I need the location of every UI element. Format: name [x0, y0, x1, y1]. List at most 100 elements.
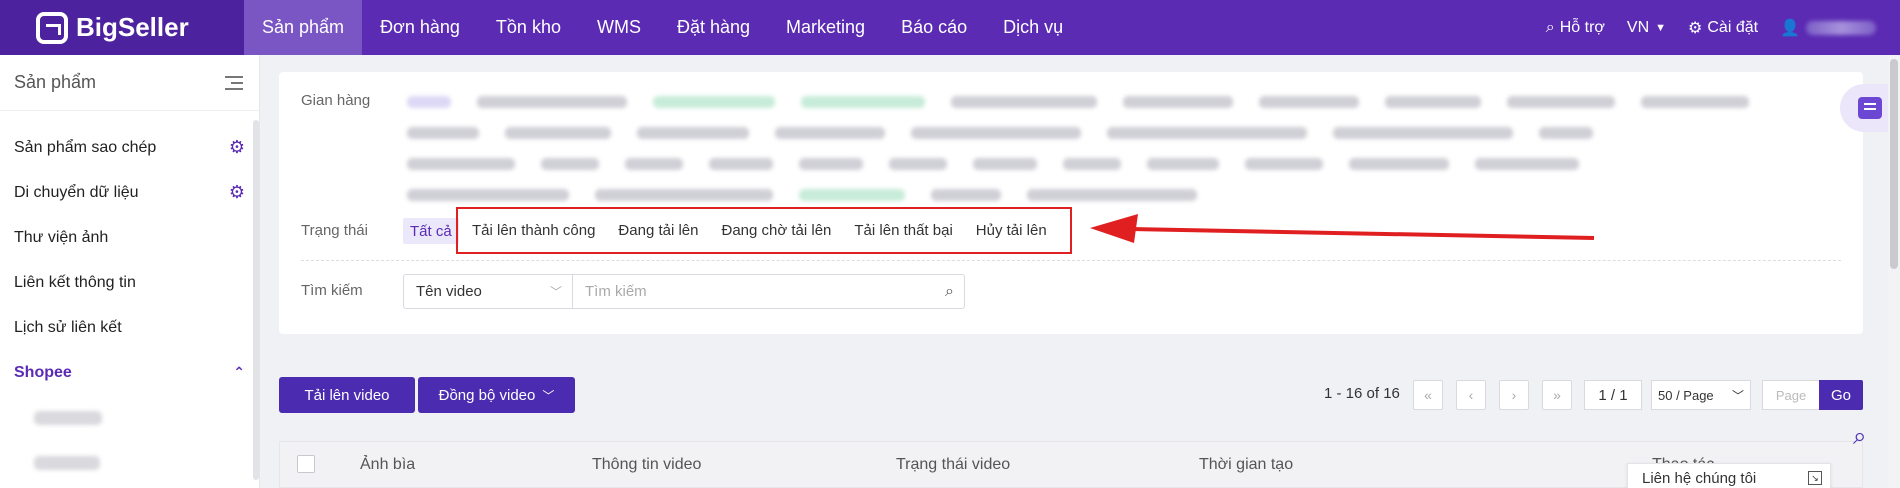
status-option-upload-success[interactable]: Tải lên thành công [472, 222, 595, 239]
shop-option[interactable] [973, 157, 1037, 170]
floating-search-icon[interactable]: ⌕ [1853, 423, 1866, 451]
upload-video-button[interactable]: Tải lên video [279, 377, 415, 413]
first-page-button[interactable]: « [1413, 380, 1443, 410]
search-field-value: Tên video [416, 283, 482, 300]
status-option-uploading[interactable]: Đang tải lên [618, 222, 698, 239]
go-button[interactable]: Go [1819, 380, 1863, 410]
sidebar-item-link-info[interactable]: Liên kết thông tin [0, 260, 259, 305]
shop-option[interactable] [1259, 95, 1359, 108]
page-jump-input[interactable]: Page [1762, 380, 1820, 410]
search-field-select[interactable]: Tên video ﹀ [403, 274, 573, 309]
sidebar-item-data-migration[interactable]: Di chuyển dữ liệu ⚙ [0, 170, 259, 215]
contact-us-label: Liên hệ chúng tôi [1642, 469, 1757, 487]
shop-option[interactable] [911, 126, 1081, 139]
scrollbar-thumb[interactable] [1890, 59, 1898, 269]
shop-option-all[interactable] [407, 95, 451, 108]
shop-option[interactable] [1539, 126, 1593, 139]
current-page: 1 / 1 [1584, 380, 1642, 410]
status-option-upload-failed[interactable]: Tải lên thất bại [854, 222, 952, 239]
shop-option[interactable] [1349, 157, 1449, 170]
nav-item-marketing[interactable]: Marketing [768, 0, 883, 55]
sidebar-item-copied-products[interactable]: Sản phẩm sao chép ⚙ [0, 125, 259, 170]
shop-option[interactable] [1147, 157, 1219, 170]
nav-item-reports[interactable]: Báo cáo [883, 0, 985, 55]
shop-option[interactable] [541, 157, 599, 170]
search-icon: ⌕ [1545, 18, 1555, 36]
search-input[interactable]: Tìm kiếm ⌕ [572, 274, 965, 309]
settings-link[interactable]: ⚙ Cài đặt [1688, 18, 1758, 38]
shop-option[interactable] [637, 126, 749, 139]
nav-item-wms[interactable]: WMS [579, 0, 659, 55]
shop-option[interactable] [889, 157, 947, 170]
nav-right: ⌕ Hỗ trợ VN ▼ ⚙ Cài đặt 👤 [1524, 0, 1900, 55]
shop-option[interactable] [709, 157, 773, 170]
shop-option[interactable] [1245, 157, 1323, 170]
gear-icon[interactable]: ⚙ [229, 182, 245, 203]
shop-option[interactable] [931, 188, 1001, 201]
brand-logo[interactable]: BigSeller [0, 0, 244, 55]
sidebar-item-link-history[interactable]: Lịch sử liên kết [0, 305, 259, 350]
shop-option[interactable] [407, 188, 569, 201]
search-label: Tìm kiếm [301, 282, 363, 299]
nav-item-inventory[interactable]: Tồn kho [478, 0, 579, 55]
sidebar-item-label: Di chuyển dữ liệu [14, 183, 139, 201]
top-navbar: BigSeller Sản phẩm Đơn hàng Tồn kho WMS … [0, 0, 1900, 55]
shop-option[interactable] [799, 188, 905, 201]
shop-option[interactable] [1107, 126, 1307, 139]
shop-option[interactable] [775, 126, 885, 139]
shop-option[interactable] [951, 95, 1097, 108]
sidebar-group-shopee[interactable]: Shopee ⌃ [0, 350, 259, 395]
shop-option[interactable] [407, 126, 479, 139]
caret-down-icon: ▼ [1655, 21, 1667, 34]
shop-option[interactable] [1475, 157, 1579, 170]
nav-item-purchase[interactable]: Đặt hàng [659, 0, 768, 55]
shop-option[interactable] [801, 95, 925, 108]
shop-option[interactable] [407, 157, 515, 170]
next-page-button[interactable]: › [1499, 380, 1529, 410]
document-icon [1858, 97, 1882, 119]
search-icon[interactable]: ⌕ [945, 283, 954, 301]
shop-option[interactable] [1385, 95, 1481, 108]
user-icon: 👤 [1780, 19, 1800, 37]
user-menu[interactable]: 👤 [1780, 18, 1876, 38]
shop-option[interactable] [1123, 95, 1233, 108]
sync-video-button[interactable]: Đồng bộ video ﹀ [418, 377, 575, 413]
settings-label: Cài đặt [1707, 18, 1759, 36]
shop-option[interactable] [1063, 157, 1121, 170]
sidebar-item-label: Lịch sử liên kết [14, 318, 122, 336]
shop-option[interactable] [595, 188, 773, 201]
sidebar-subitem-redacted[interactable] [0, 440, 259, 485]
shop-option[interactable] [1333, 126, 1513, 139]
prev-page-button[interactable]: ‹ [1456, 380, 1486, 410]
shop-option[interactable] [1507, 95, 1615, 108]
page-size-select[interactable]: 50 / Page ﹀ [1651, 380, 1751, 410]
contact-us-widget[interactable]: Liên hệ chúng tôi ↘ [1627, 463, 1831, 488]
status-option-all[interactable]: Tất cả [403, 218, 459, 244]
sidebar-item-label: Sản phẩm sao chép [14, 138, 157, 156]
minimize-icon[interactable]: ↘ [1808, 471, 1822, 485]
status-option-upload-cancelled[interactable]: Hủy tải lên [976, 222, 1047, 239]
status-option-pending-upload[interactable]: Đang chờ tải lên [721, 222, 831, 239]
shop-option[interactable] [653, 95, 775, 108]
shop-option[interactable] [505, 126, 611, 139]
shop-option[interactable] [1027, 188, 1197, 201]
shop-option[interactable] [1641, 95, 1749, 108]
select-all-checkbox[interactable] [297, 455, 315, 473]
collapse-sidebar-icon[interactable] [225, 75, 243, 90]
search-placeholder: Tìm kiếm [585, 283, 647, 300]
shop-option[interactable] [625, 157, 683, 170]
nav-item-products[interactable]: Sản phẩm [244, 0, 363, 55]
sidebar-subitem-redacted[interactable] [0, 395, 259, 440]
sidebar-scrollbar[interactable] [253, 120, 259, 480]
gear-icon[interactable]: ⚙ [229, 137, 245, 158]
shop-option[interactable] [477, 95, 627, 108]
nav-item-services[interactable]: Dịch vụ [985, 0, 1081, 55]
shop-option[interactable] [799, 157, 863, 170]
nav-item-orders[interactable]: Đơn hàng [362, 0, 478, 55]
last-page-button[interactable]: » [1542, 380, 1572, 410]
sidebar-item-image-library[interactable]: Thư viện ảnh [0, 215, 259, 260]
table-header: Ảnh bìa Thông tin video Trạng thái video… [279, 441, 1863, 488]
language-selector[interactable]: VN ▼ [1627, 19, 1666, 37]
support-link[interactable]: ⌕ Hỗ trợ [1546, 19, 1605, 37]
page-scrollbar[interactable] [1888, 55, 1900, 488]
